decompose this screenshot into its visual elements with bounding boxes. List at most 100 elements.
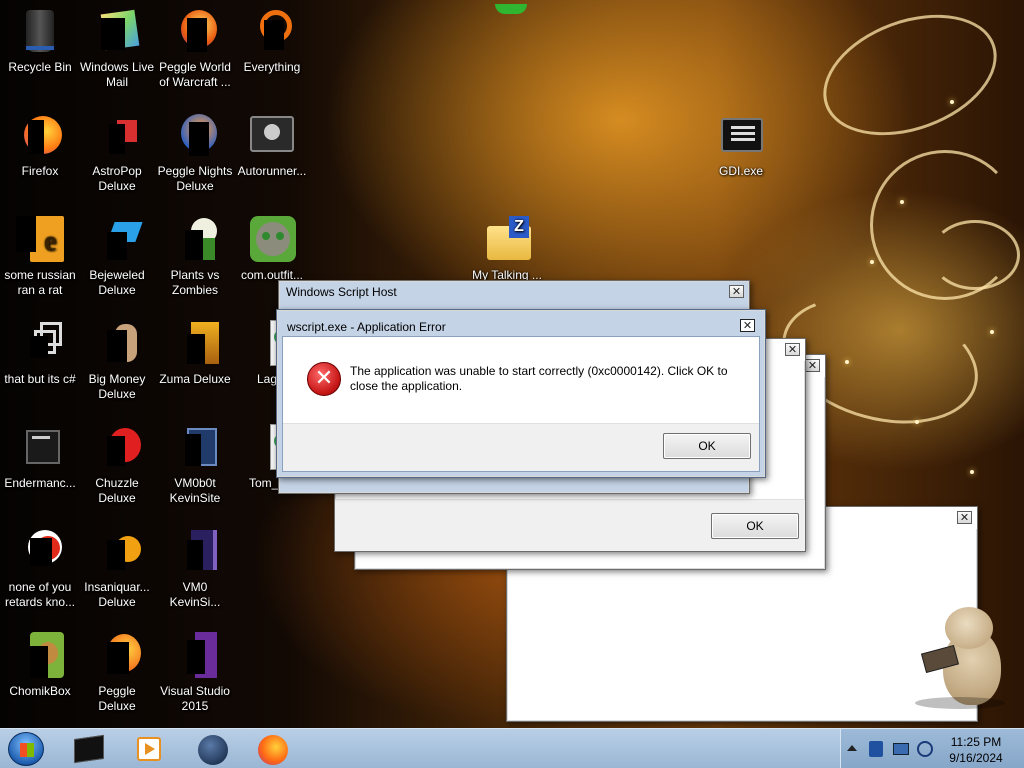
peggle-nights-icon [171,112,219,160]
everything-search-icon [248,8,296,56]
desktop-icon-peggle-deluxe[interactable]: Peggle Deluxe [77,632,157,714]
taskbar-media-player-icon[interactable] [127,733,169,765]
desktop-icon-label: GDI.exe [718,164,763,178]
close-icon[interactable]: ✕ [729,285,744,298]
tray-clock-time[interactable]: 11:25 PM [941,735,1011,749]
talking-tom-icon [248,216,296,264]
desktop-icon-big-money[interactable]: Big Money Deluxe [77,320,157,402]
close-icon[interactable]: ✕ [957,511,972,524]
close-icon[interactable]: ✕ [805,359,820,372]
desktop-icon-label: Peggle World of Warcraft ... [159,60,231,89]
astropop-icon [93,112,141,160]
script-host-titlebar[interactable]: Windows Script Host [284,281,744,303]
desktop-icon-label: Peggle Deluxe [98,684,136,713]
ok-button[interactable]: OK [663,433,751,459]
taskbar-firefox-icon[interactable] [252,733,294,765]
green-lights-decoration [495,4,527,14]
desktop-icon-firefox[interactable]: Firefox [0,112,80,179]
ruby-icon [16,528,64,576]
ok-button[interactable]: OK [711,513,799,539]
error-message: The application was unable to start corr… [350,364,728,393]
chomikbox-icon [16,632,64,680]
app-error-body: ✕ The application was unable to start co… [282,336,760,472]
desktop-icon-label: Bejeweled Deluxe [89,268,145,297]
shortcut-stack-icon [16,320,64,368]
plants-vs-zombies-icon [171,216,219,264]
zuma-icon [171,320,219,368]
desktop-icon-label: that but its c# [4,372,76,386]
desktop-icon-label: Plants vs Zombies [170,268,220,297]
chuzzle-icon [93,424,141,472]
script-host-title: Windows Script Host [286,285,397,299]
browser-globe-icon [198,735,228,765]
app-error-dialog[interactable]: wscript.exe - Application Error ✕ ✕ The … [276,309,766,478]
tray-app-icon[interactable] [869,741,883,757]
desktop-icon-label: Windows Live Mail [79,60,155,89]
taskbar-browser-icon[interactable] [192,733,234,765]
autorunner-icon [248,112,296,160]
desktop-icon-bejeweled[interactable]: Bejeweled Deluxe [77,216,157,298]
desktop-icon-label: VM0 KevinSi... [169,580,221,609]
desktop-icon-endermanch[interactable]: Endermanc... [0,424,80,491]
error-icon: ✕ [307,362,341,396]
desktop-icon-label: Endermanc... [4,476,76,490]
desktop-icon-insaniquarium[interactable]: Insaniquar... Deluxe [77,528,157,610]
desktop-icon-my-talking[interactable]: Z My Talking ... [467,216,547,283]
desktop-icon-label: AstroPop Deluxe [92,164,142,193]
close-icon[interactable]: ✕ [740,319,755,332]
close-icon[interactable]: ✕ [785,343,800,356]
firefox-icon [16,112,64,160]
taskbar: 11:25 PM 9/16/2024 [0,728,1024,768]
desktop-icon-peggle-wow[interactable]: Peggle World of Warcraft ... [155,8,235,90]
desktop-icon-autorunner[interactable]: Autorunner... [232,112,312,179]
show-hidden-icons-icon[interactable] [847,745,857,751]
desktop-icon-visual-studio[interactable]: Visual Studio 2015 [155,632,235,714]
desktop-icon-recycle-bin[interactable]: Recycle Bin [0,8,80,75]
vm-folder-icon [171,528,219,576]
desktop-icon-label: Visual Studio 2015 [160,684,230,713]
hamster-mascot[interactable] [915,605,1005,710]
desktop-icon-label: Autorunner... [237,164,307,178]
desktop-icon-chomikbox[interactable]: ChomikBox [0,632,80,699]
tray-volume-icon[interactable] [917,741,933,757]
app-error-titlebar[interactable]: wscript.exe - Application Error [282,310,760,336]
desktop-icon-astropop[interactable]: AstroPop Deluxe [77,112,157,194]
terminal-icon [74,734,104,764]
start-orb-icon[interactable] [8,732,44,766]
taskbar-terminal-icon[interactable] [68,733,110,765]
desktop-icon-label: Peggle Nights Deluxe [157,164,233,193]
visual-studio-icon [171,632,219,680]
desktop-icon-label: none of you retards kno... [4,580,76,609]
desktop-icon-vm0-kevinsite[interactable]: VM0 KevinSi... [155,528,235,610]
big-money-icon [93,320,141,368]
desktop-icon-plants-vs-zombies[interactable]: Plants vs Zombies [155,216,235,298]
desktop-icon-windows-live-mail[interactable]: Windows Live Mail [77,8,157,90]
recycle-bin-icon [16,8,64,56]
desktop-icon-label: Big Money Deluxe [88,372,146,401]
gdi-exe-icon [717,112,765,160]
tray-clock-date[interactable]: 9/16/2024 [941,751,1011,765]
desktop-icon-everything[interactable]: Everything [232,8,312,75]
desktop-icon-russian-rat[interactable]: e some russian ran a rat [0,216,80,298]
desktop-icon-label: Recycle Bin [8,60,72,74]
desktop-icon-label: ChomikBox [9,684,71,698]
desktop-icon-talking-tom[interactable]: com.outfit... [232,216,312,283]
windows-logo-icon [20,743,34,757]
desktop-icon-label: VM0b0t KevinSite [169,476,221,505]
insaniquarium-icon [93,528,141,576]
peggle-wow-icon [171,8,219,56]
desktop-icon-vm0b0t[interactable]: VM0b0t KevinSite [155,424,235,506]
zip-folder-icon: Z [483,216,531,264]
desktop-icon-peggle-nights[interactable]: Peggle Nights Deluxe [155,112,235,194]
desktop-icon-label: Firefox [21,164,59,178]
desktop-icon-label: Everything [243,60,301,74]
tray-network-icon[interactable] [893,743,909,755]
desktop-icon-ruby[interactable]: none of you retards kno... [0,528,80,610]
desktop-icon-zuma[interactable]: Zuma Deluxe [155,320,235,387]
desktop-icon-chuzzle[interactable]: Chuzzle Deluxe [77,424,157,506]
desktop-icon-gdi-exe[interactable]: GDI.exe [701,112,781,179]
desktop-icon-that-but-its-csharp[interactable]: that but its c# [0,320,80,387]
endermanch-icon [16,424,64,472]
hamster-shadow [915,697,1005,709]
notification-area: 11:25 PM 9/16/2024 [840,729,1024,768]
